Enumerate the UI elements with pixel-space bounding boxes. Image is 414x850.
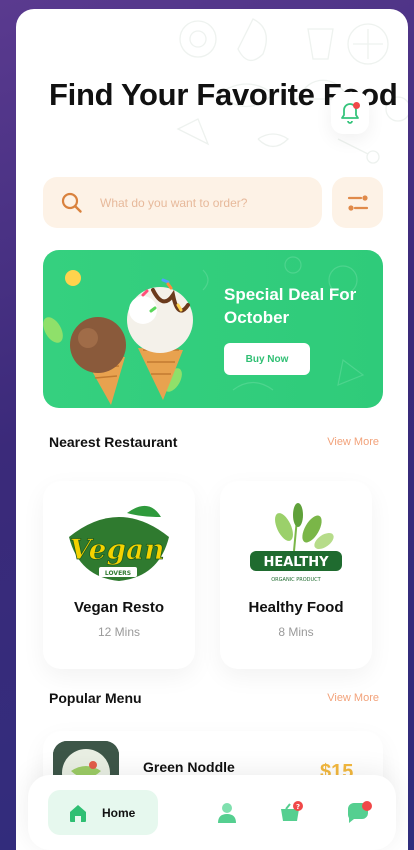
home-icon [67,802,89,824]
ice-cream-image [43,270,193,405]
search-input[interactable] [98,194,302,211]
section-title: Nearest Restaurant [49,434,178,450]
notification-button[interactable] [331,92,369,134]
bottom-navigation: Home ? [28,775,396,850]
vegan-lovers-logo: Vegan LOVERS [69,505,169,581]
restaurant-time: 12 Mins [97,625,141,639]
restaurant-name: Vegan Resto [73,599,165,616]
popular-menu-header: Popular Menu View More [49,690,379,706]
promo-title: Special Deal For October [224,285,357,327]
svg-text:?: ? [296,803,300,811]
healthy-logo: HEALTHY ORGANIC PRODUCT [250,503,342,583]
svg-text:Vegan: Vegan [69,533,164,566]
buy-now-button[interactable]: Buy Now [224,343,310,375]
notification-badge [353,102,360,109]
menu-item-name: Green Noddle [143,759,235,775]
restaurant-card[interactable]: HEALTHY ORGANIC PRODUCT Healthy Food 8 M… [220,481,372,669]
profile-icon[interactable] [214,800,240,826]
svg-text:ORGANIC PRODUCT: ORGANIC PRODUCT [271,577,321,583]
restaurant-name: Healthy Food [248,599,344,616]
filter-button[interactable] [332,177,383,228]
restaurant-time: 8 Mins [278,625,314,639]
section-title: Popular Menu [49,690,142,706]
app-screen: Find Your Favorite Food What do you want… [16,9,408,850]
nav-home-tab[interactable]: Home [48,790,158,835]
chat-icon[interactable] [346,800,372,826]
filter-icon [347,194,368,211]
nav-home-label: Home [102,805,136,820]
view-more-link[interactable]: View More [327,436,379,448]
cart-icon[interactable]: ? [278,800,304,826]
promo-banner[interactable]: Special Deal For October Buy Now [43,250,383,408]
search-bar[interactable] [43,177,322,228]
view-more-link[interactable]: View More [327,692,379,704]
svg-text:HEALTHY: HEALTHY [263,555,329,570]
svg-text:LOVERS: LOVERS [105,570,131,577]
nearest-restaurant-header: Nearest Restaurant View More [49,434,379,450]
restaurant-card[interactable]: Vegan LOVERS Vegan Resto 12 Mins [43,481,195,669]
search-icon [60,191,84,215]
